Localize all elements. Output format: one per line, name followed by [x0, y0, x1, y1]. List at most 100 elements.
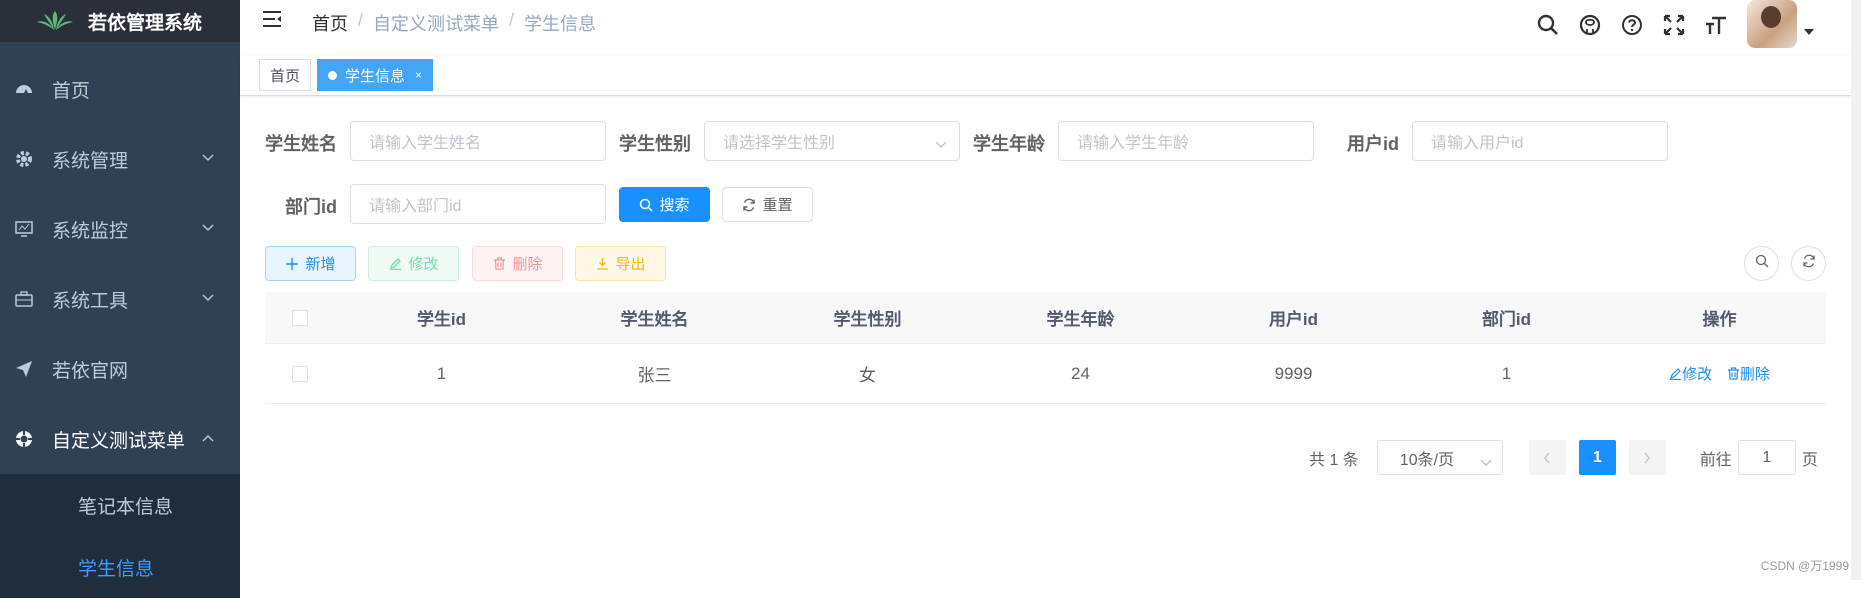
submenu-item-student[interactable]: 学生信息 — [0, 536, 240, 598]
sidebar-item-monitor[interactable]: 系统监控 — [0, 194, 240, 264]
row-delete-label: 删除 — [1740, 363, 1770, 384]
sidebar-item-tools[interactable]: 系统工具 — [0, 264, 240, 334]
breadcrumb-item[interactable]: 首页 — [312, 10, 348, 36]
next-page-button[interactable] — [1629, 440, 1666, 475]
chevron-right-icon — [1643, 452, 1651, 464]
table-header: 学生id 学生姓名 学生性别 学生年龄 用户id 部门id 操作 — [265, 292, 1826, 344]
tag-student-info[interactable]: 学生信息 × — [317, 59, 433, 91]
hamburger-icon[interactable] — [262, 10, 284, 32]
refresh-button[interactable] — [1791, 246, 1826, 281]
submenu-item-notebook[interactable]: 笔记本信息 — [0, 474, 240, 536]
table-row[interactable]: 1 张三 女 24 9999 1 修改 删除 — [265, 344, 1826, 404]
edit-icon — [1669, 367, 1682, 380]
column-header[interactable]: 用户id — [1187, 305, 1400, 330]
toolbox-icon — [14, 289, 34, 309]
reset-button-label: 重置 — [762, 194, 792, 215]
export-button[interactable]: 导出 — [575, 246, 666, 281]
row-select-cell — [265, 366, 335, 382]
cell-gender: 女 — [761, 361, 974, 386]
scrollbar-track[interactable] — [1851, 0, 1861, 580]
font-size-icon[interactable] — [1695, 4, 1737, 46]
user-id-input[interactable]: 请输入用户id — [1412, 121, 1668, 161]
plus-icon — [285, 257, 299, 271]
student-age-input[interactable]: 请输入学生年龄 — [1058, 121, 1314, 161]
row-delete-button[interactable]: 删除 — [1727, 363, 1770, 384]
row-checkbox[interactable] — [292, 366, 308, 382]
gear-icon — [14, 149, 34, 169]
help-icon[interactable] — [1611, 4, 1653, 46]
column-header: 操作 — [1613, 305, 1826, 330]
toggle-search-button[interactable] — [1744, 246, 1779, 281]
goto-label: 前往 — [1700, 446, 1732, 470]
sidebar-item-label: 若依官网 — [52, 356, 128, 383]
breadcrumb-separator: / — [509, 10, 514, 36]
trash-icon — [492, 257, 506, 271]
tag-home[interactable]: 首页 — [259, 59, 311, 91]
cell-id: 1 — [335, 364, 548, 384]
edit-button[interactable]: 修改 — [368, 246, 459, 281]
student-name-input[interactable]: 请输入学生姓名 — [350, 121, 606, 161]
delete-button[interactable]: 删除 — [472, 246, 563, 281]
page-suffix: 页 — [1802, 446, 1818, 470]
search-icon[interactable] — [1527, 4, 1569, 46]
label-student-gender: 学生性别 — [619, 130, 691, 156]
tag-label: 学生信息 — [345, 65, 405, 86]
submenu: 笔记本信息 学生信息 — [0, 474, 240, 598]
goto-page-input[interactable]: 1 — [1738, 440, 1796, 475]
navbar: 首页 / 自定义测试菜单 / 学生信息 — [240, 0, 1861, 42]
breadcrumb: 首页 / 自定义测试菜单 / 学生信息 — [312, 10, 596, 36]
student-table: 学生id 学生姓名 学生性别 学生年龄 用户id 部门id 操作 1 张三 女 … — [265, 292, 1826, 404]
close-icon[interactable]: × — [415, 68, 422, 82]
column-header[interactable]: 学生姓名 — [548, 305, 761, 330]
add-button[interactable]: 新增 — [265, 246, 356, 281]
sidebar-item-system[interactable]: 系统管理 — [0, 124, 240, 194]
edit-icon — [388, 257, 402, 271]
column-header[interactable]: 学生年龄 — [974, 305, 1187, 330]
page-size-select[interactable]: 10条/页 — [1377, 440, 1503, 475]
select-all-cell — [265, 310, 335, 326]
download-icon — [595, 257, 609, 271]
cell-age: 24 — [974, 364, 1187, 384]
chevron-down-icon — [1480, 454, 1492, 472]
sidebar-item-home[interactable]: 首页 — [0, 54, 240, 124]
row-edit-button[interactable]: 修改 — [1669, 363, 1712, 384]
sidebar-item-label: 首页 — [52, 76, 90, 103]
sidebar-item-custom-menu[interactable]: 自定义测试菜单 — [0, 404, 240, 474]
app-title: 若依管理系统 — [88, 8, 202, 35]
pagination-total: 共 1 条 — [1309, 446, 1359, 470]
page-number[interactable]: 1 — [1579, 440, 1616, 475]
github-icon[interactable] — [1569, 4, 1611, 46]
dashboard-icon — [14, 79, 34, 99]
sidebar-item-website[interactable]: 若依官网 — [0, 334, 240, 404]
column-header[interactable]: 部门id — [1400, 305, 1613, 330]
chevron-up-icon — [200, 430, 216, 446]
prev-page-button[interactable] — [1529, 440, 1566, 475]
search-icon — [1755, 254, 1769, 273]
breadcrumb-item: 自定义测试菜单 — [373, 10, 499, 36]
breadcrumb-separator: / — [358, 10, 363, 36]
avatar[interactable] — [1747, 0, 1797, 48]
reset-button[interactable]: 重置 — [722, 187, 813, 222]
select-all-checkbox[interactable] — [292, 310, 308, 326]
caret-down-icon[interactable] — [1797, 22, 1821, 42]
chevron-left-icon — [1543, 452, 1551, 464]
label-dept-id: 部门id — [265, 193, 337, 219]
label-student-age: 学生年龄 — [973, 130, 1045, 156]
fullscreen-icon[interactable] — [1653, 4, 1695, 46]
breadcrumb-item: 学生信息 — [524, 10, 596, 36]
search-button[interactable]: 搜索 — [619, 187, 710, 222]
sidebar-item-label: 系统管理 — [52, 146, 128, 173]
sidebar: 若依管理系统 首页 系统管理 系统监控 系统工具 若依官网 自定义测试菜单 笔记… — [0, 0, 240, 580]
lifebuoy-icon — [14, 429, 34, 449]
column-header[interactable]: 学生id — [335, 305, 548, 330]
pagination: 共 1 条 10条/页 1 前往 1 页 — [1309, 440, 1818, 475]
label-user-id: 用户id — [1327, 130, 1399, 156]
student-gender-select[interactable]: 请选择学生性别 — [704, 121, 960, 161]
column-header[interactable]: 学生性别 — [761, 305, 974, 330]
monitor-icon — [14, 219, 34, 239]
sidebar-item-label: 系统工具 — [52, 286, 128, 313]
refresh-icon — [742, 198, 756, 212]
cell-user-id: 9999 — [1187, 364, 1400, 384]
dept-id-input[interactable]: 请输入部门id — [350, 184, 606, 224]
logo[interactable]: 若依管理系统 — [0, 0, 240, 42]
